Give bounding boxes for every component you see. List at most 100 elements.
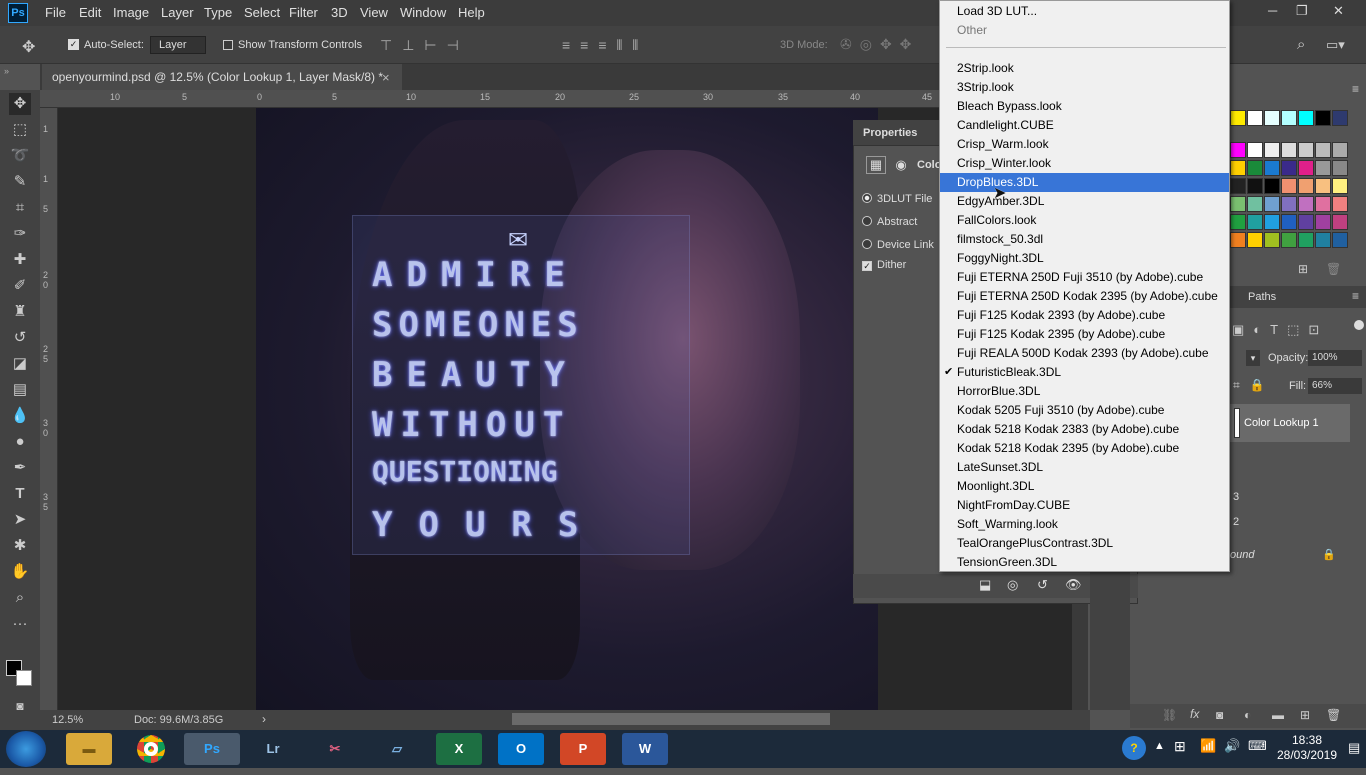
zoom-icon[interactable]: ⌕ [9,587,31,609]
lock-icons[interactable]: ⌗🔒 [1233,378,1275,393]
collapse-arrows-icon[interactable]: » [4,66,9,76]
swatch[interactable] [1247,160,1263,176]
lut-item[interactable]: Fuji ETERNA 250D Fuji 3510 (by Adobe).cu… [940,268,1229,287]
delete-swatch-icon[interactable]: 🗑 [1326,262,1341,276]
swatch[interactable] [1315,196,1331,212]
swatch[interactable] [1230,196,1246,212]
swatch[interactable] [1281,110,1297,126]
swatch[interactable] [1247,232,1263,248]
menu-layer[interactable]: Layer [161,5,194,20]
auto-select-checkbox[interactable]: ✓ [68,39,79,50]
excel-icon[interactable]: X [436,733,482,765]
swatch[interactable] [1332,232,1348,248]
document-tab[interactable]: openyourmind.psd @ 12.5% (Color Lookup 1… [42,64,402,90]
notifications-icon[interactable]: ▤ [1348,740,1360,756]
background-color-swatch[interactable] [16,670,32,686]
distribute-icons[interactable]: ≡≡≡⫴⫴ [562,37,648,54]
swatch[interactable] [1264,142,1280,158]
hand-icon[interactable]: ✋ [9,561,31,583]
doc-size[interactable]: Doc: 99.6M/3.85G [134,714,223,726]
move-icon[interactable]: ✥ [9,93,31,115]
layer-row-label[interactable]: 2 [1233,516,1239,528]
layer-filter-icons[interactable]: ▣◐T⬚⊡ [1232,322,1328,338]
swatch[interactable] [1315,160,1331,176]
lut-item[interactable]: Fuji F125 Kodak 2393 (by Adobe).cube [940,306,1229,325]
zoom-level[interactable]: 12.5% [52,714,83,726]
start-button-icon[interactable] [6,731,46,767]
swatch[interactable] [1281,232,1297,248]
new-adjustment-icon[interactable]: ◐ [1244,708,1251,722]
layers-menu-icon[interactable]: ≡ [1352,289,1359,303]
swatch[interactable] [1230,178,1246,194]
word-icon[interactable]: W [622,733,668,765]
fill-input[interactable]: 66% [1308,378,1362,394]
swatch[interactable] [1332,178,1348,194]
swatch[interactable] [1315,178,1331,194]
lut-item[interactable]: TealOrangePlusContrast.3DL [940,534,1229,553]
marquee-icon[interactable]: ⬚ [9,119,31,141]
powerpoint-icon[interactable]: P [560,733,606,765]
lut-item[interactable]: Kodak 5205 Fuji 3510 (by Adobe).cube [940,401,1229,420]
swatch[interactable] [1247,178,1263,194]
swatch[interactable] [1264,160,1280,176]
pen-icon[interactable]: ✒ [9,457,31,479]
swatch[interactable] [1332,142,1348,158]
swatch[interactable] [1230,214,1246,230]
eraser-icon[interactable]: ◪ [9,353,31,375]
menu-edit[interactable]: Edit [79,5,101,20]
option-abstract[interactable]: Abstract [862,216,917,228]
shape-icon[interactable]: ✱ [9,535,31,557]
swatch[interactable] [1332,214,1348,230]
swatch[interactable] [1281,214,1297,230]
quick-mask-icon[interactable]: ◙ [9,695,31,717]
eyedropper-icon[interactable]: ✑ [9,223,31,245]
tray-expand-icon[interactable]: ▲ [1154,740,1165,752]
swatch[interactable] [1298,214,1314,230]
lut-item[interactable]: Crisp_Winter.look [940,154,1229,173]
fx-icon[interactable]: fx [1190,707,1199,721]
horizontal-scrollbar-thumb[interactable] [512,713,830,725]
panel-menu-icon[interactable]: ≡ [1352,82,1359,96]
swatch[interactable] [1315,232,1331,248]
volume-icon[interactable]: 🔊 [1224,738,1240,754]
swatch[interactable] [1247,196,1263,212]
lut-item[interactable]: Crisp_Warm.look [940,135,1229,154]
healing-brush-icon[interactable]: ✚ [9,249,31,271]
lut-item[interactable]: Kodak 5218 Kodak 2383 (by Adobe).cube [940,420,1229,439]
option-device-link[interactable]: Device Link [862,239,934,251]
dodge-icon[interactable]: ● [9,431,31,453]
gradient-icon[interactable]: ▤ [9,379,31,401]
auto-select-dropdown[interactable]: Layer [150,36,206,54]
layer-row-label[interactable]: 3 [1233,491,1239,503]
lut-item[interactable]: TensionGreen.3DL [940,553,1229,571]
lut-item[interactable]: 3Strip.look [940,78,1229,97]
menu-view[interactable]: View [360,5,388,20]
swatch[interactable] [1264,178,1280,194]
lut-item[interactable]: Kodak 5218 Kodak 2395 (by Adobe).cube [940,439,1229,458]
new-group-icon[interactable]: ▬ [1272,708,1284,722]
swatch[interactable] [1264,110,1280,126]
swatch[interactable] [1298,160,1314,176]
search-icon[interactable]: ⌕ [1297,36,1305,53]
minimize-icon[interactable]: ─ [1268,3,1277,18]
swatch[interactable] [1298,110,1314,126]
tab-close-icon[interactable]: × [382,70,390,85]
menu-file[interactable]: File [45,5,66,20]
swatch[interactable] [1230,232,1246,248]
new-layer-icon[interactable]: ⊞ [1300,708,1310,722]
clip-to-layer-icon[interactable]: ⬓ [979,577,991,593]
filter-toggle-icon[interactable] [1354,320,1364,330]
swatch[interactable] [1281,142,1297,158]
swatch[interactable] [1332,110,1348,126]
lut-item[interactable]: 2Strip.look [940,59,1229,78]
3d-mode-icons[interactable]: ✇◎✥✥ [840,36,919,53]
path-select-icon[interactable]: ➤ [9,509,31,531]
clone-stamp-icon[interactable]: ♜ [9,301,31,323]
swatch[interactable] [1264,214,1280,230]
more-tools-icon[interactable]: ··· [9,613,31,635]
lut-item[interactable]: HorrorBlue.3DL [940,382,1229,401]
swatches-grid[interactable] [1230,110,1356,258]
reset-icon[interactable]: ↺ [1037,577,1048,593]
swatch[interactable] [1230,110,1246,126]
photoshop-logo-icon[interactable]: Ps [8,3,28,23]
